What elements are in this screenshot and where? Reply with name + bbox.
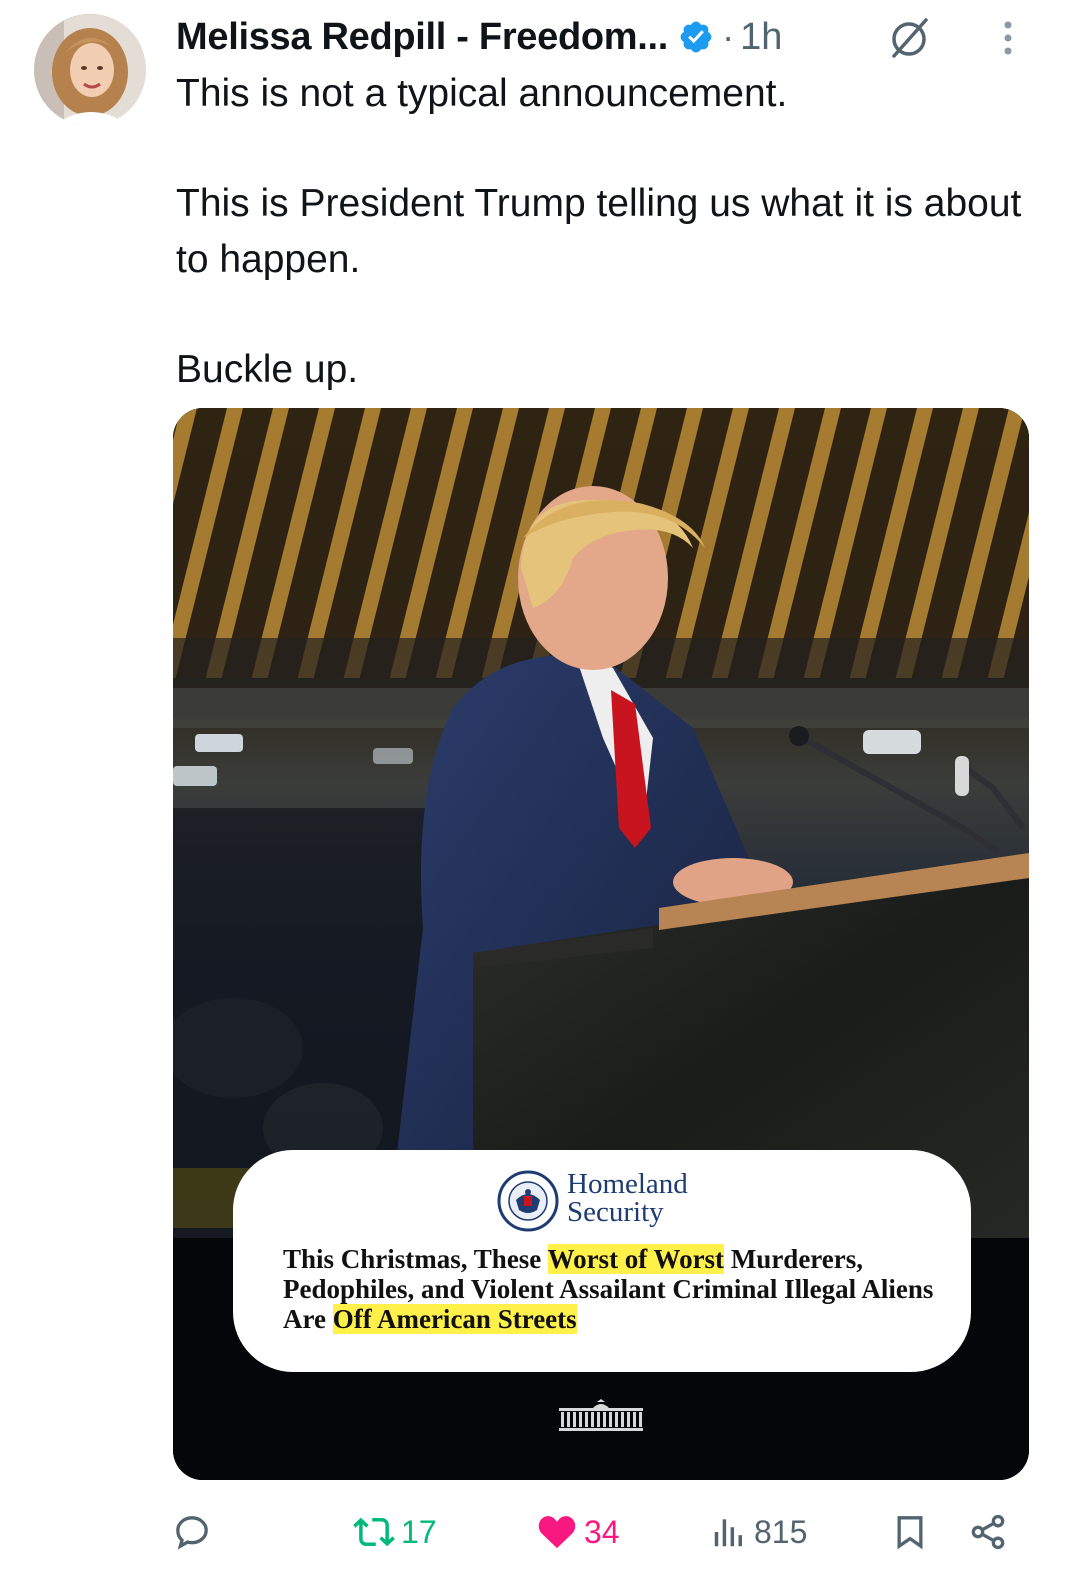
repost-count: 17: [401, 1513, 437, 1550]
tweet-paragraph: This is President Trump telling us what …: [176, 182, 1022, 281]
tweet[interactable]: Melissa Redpill - Freedom... · 1h This i…: [0, 0, 1080, 1595]
share-icon: [971, 1514, 1005, 1550]
tweet-action-bar: 17 34 815: [170, 1500, 1020, 1564]
views-button[interactable]: 815: [710, 1500, 807, 1564]
tweet-media-image[interactable]: Homeland Security This Christmas, These …: [173, 408, 1029, 1480]
caption-part: This Christmas, These: [283, 1244, 548, 1274]
bookmark-icon: [897, 1516, 923, 1550]
reply-button[interactable]: [172, 1500, 212, 1564]
tweet-paragraph: Buckle up.: [176, 348, 359, 391]
bookmark-button[interactable]: [890, 1500, 930, 1564]
agency-wordmark: Homeland Security: [567, 1168, 688, 1228]
tweet-text: This is not a typical announcement. This…: [176, 66, 1036, 398]
grok-icon[interactable]: [886, 14, 932, 60]
agency-line-2: Security: [567, 1196, 664, 1228]
tweet-paragraph: This is not a typical announcement.: [176, 72, 788, 115]
separator-dot: ·: [722, 16, 735, 57]
caption-text: This Christmas, These Worst of Worst Mur…: [283, 1244, 943, 1334]
dhs-seal-icon: [497, 1170, 559, 1232]
heart-icon: [538, 1516, 576, 1549]
avatar-image: [34, 14, 146, 126]
caption-highlight: Worst of Worst: [547, 1244, 725, 1274]
caption-highlight: Off American Streets: [332, 1304, 577, 1334]
views-count: 815: [754, 1513, 808, 1550]
white-house-logo-icon: [557, 1398, 645, 1434]
verified-badge-icon[interactable]: [678, 19, 714, 55]
repost-button[interactable]: 17: [353, 1500, 437, 1564]
author-avatar[interactable]: [34, 14, 146, 126]
reply-icon: [176, 1516, 208, 1550]
author-name[interactable]: Melissa Redpill - Freedom...: [176, 16, 668, 59]
tweet-header: Melissa Redpill - Freedom... · 1h: [176, 12, 1050, 62]
repost-icon: [353, 1517, 395, 1547]
views-chart-icon: [714, 1519, 742, 1547]
share-button[interactable]: [968, 1500, 1008, 1564]
agency-line-1: Homeland: [567, 1168, 688, 1200]
more-vertical-icon[interactable]: [1001, 18, 1015, 58]
caption-card: Homeland Security This Christmas, These …: [233, 1150, 971, 1372]
post-time[interactable]: 1h: [740, 16, 782, 59]
like-button[interactable]: 34: [536, 1500, 620, 1564]
like-count: 34: [584, 1513, 620, 1550]
